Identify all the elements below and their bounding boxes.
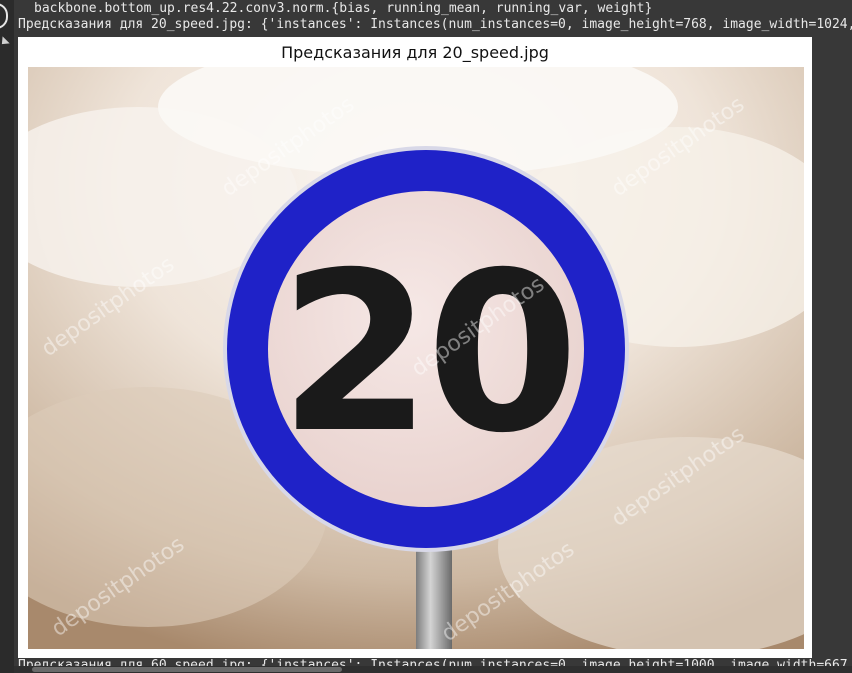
matplotlib-figure: Предсказания для 20_speed.jpg 20 deposit… [18, 37, 812, 658]
output-text-line: Предсказания для 20_speed.jpg: {'instanc… [18, 17, 852, 32]
prediction-image: 20 depositphotos depositphotos depositph… [28, 67, 804, 649]
run-indicator-icon[interactable] [0, 3, 8, 29]
horizontal-scrollbar[interactable] [14, 666, 852, 673]
notebook-output-area: backbone.bottom_up.res4.22.conv3.norm.{b… [0, 0, 852, 673]
collapse-output-icon[interactable] [0, 36, 10, 48]
cell-gutter [0, 0, 14, 673]
output-text-line: backbone.bottom_up.res4.22.conv3.norm.{b… [34, 1, 653, 16]
figure-title: Предсказания для 20_speed.jpg [281, 43, 549, 62]
scrollbar-thumb[interactable] [32, 667, 342, 672]
